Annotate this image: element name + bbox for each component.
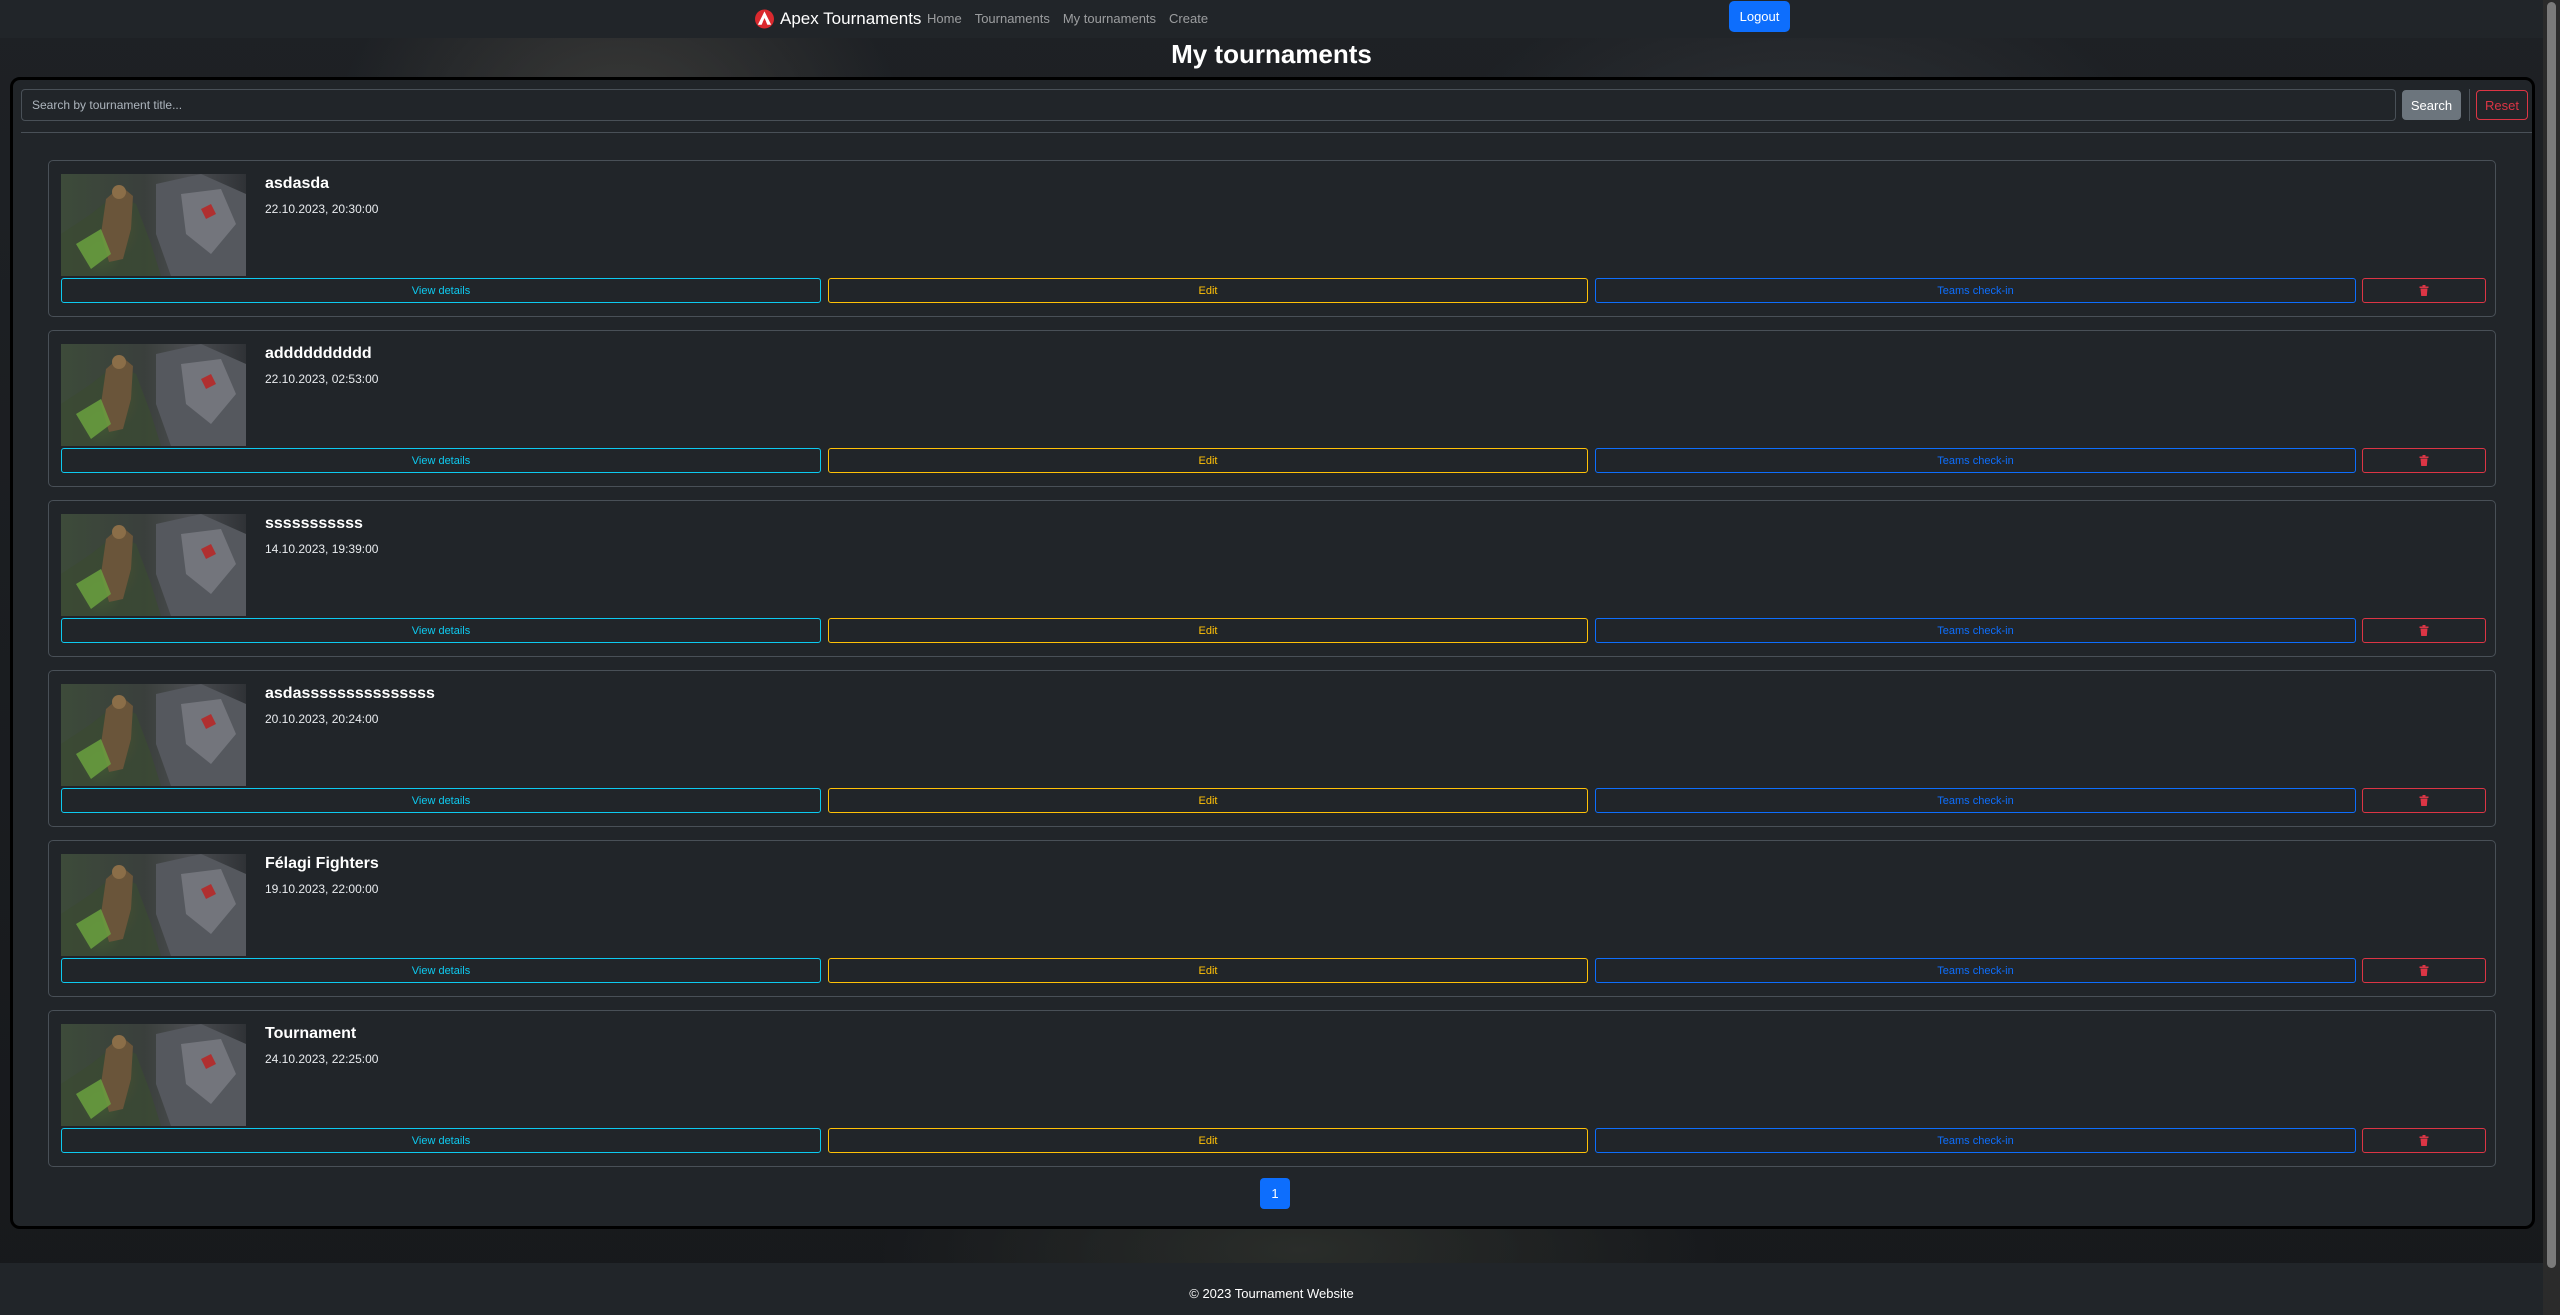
tournament-date: 22.10.2023, 02:53:00 bbox=[265, 372, 379, 386]
delete-button[interactable] bbox=[2362, 958, 2486, 983]
teams-check-in-button[interactable]: Teams check-in bbox=[1595, 278, 2356, 303]
reset-button[interactable]: Reset bbox=[2476, 90, 2528, 120]
tournament-image-icon bbox=[61, 174, 246, 276]
search-bar: Search Reset bbox=[21, 89, 2532, 121]
logout-button[interactable]: Logout bbox=[1729, 1, 1790, 32]
tournament-image-icon bbox=[61, 1024, 246, 1126]
tournament-date: 22.10.2023, 20:30:00 bbox=[265, 202, 379, 216]
tournament-card: sssssssssss 14.10.2023, 19:39:00 View de… bbox=[48, 500, 2496, 657]
tournament-image-icon bbox=[61, 854, 246, 956]
delete-button[interactable] bbox=[2362, 278, 2486, 303]
teams-check-in-button[interactable]: Teams check-in bbox=[1595, 618, 2356, 643]
search-button[interactable]: Search bbox=[2402, 90, 2461, 120]
nav-my-tournaments[interactable]: My tournaments bbox=[1063, 11, 1156, 26]
nav-home[interactable]: Home bbox=[927, 11, 962, 26]
edit-button[interactable]: Edit bbox=[828, 958, 1588, 983]
edit-button[interactable]: Edit bbox=[828, 448, 1588, 473]
teams-check-in-button[interactable]: Teams check-in bbox=[1595, 448, 2356, 473]
tournament-image-icon bbox=[61, 514, 246, 616]
trash-icon bbox=[2419, 965, 2429, 976]
tournament-title: Tournament bbox=[265, 1025, 357, 1042]
apex-logo-icon bbox=[755, 9, 774, 29]
brand[interactable]: Apex Tournaments bbox=[755, 5, 921, 33]
tournament-card: adddddddddd 22.10.2023, 02:53:00 View de… bbox=[48, 330, 2496, 487]
tournament-title: asdasssssssssssssss bbox=[265, 685, 435, 702]
delete-button[interactable] bbox=[2362, 788, 2486, 813]
tournament-image-icon bbox=[61, 684, 246, 786]
scrollbar-thumb[interactable] bbox=[2547, 2, 2556, 1268]
view-details-button[interactable]: View details bbox=[61, 618, 821, 643]
tournament-card: Félagi Fighters 19.10.2023, 22:00:00 Vie… bbox=[48, 840, 2496, 997]
tournament-thumbnail bbox=[61, 854, 246, 956]
trash-icon bbox=[2419, 455, 2429, 466]
trash-icon bbox=[2419, 1135, 2429, 1146]
nav-links: Home Tournaments My tournaments Create bbox=[927, 0, 1208, 36]
scrollbar[interactable] bbox=[2543, 0, 2560, 1315]
tournament-image-icon bbox=[61, 344, 246, 446]
tournament-date: 20.10.2023, 20:24:00 bbox=[265, 712, 379, 726]
tournament-title: asdasda bbox=[265, 175, 330, 192]
tournament-date: 14.10.2023, 19:39:00 bbox=[265, 542, 379, 556]
tournament-card: asdasda 22.10.2023, 20:30:00 View detail… bbox=[48, 160, 2496, 317]
trash-icon bbox=[2419, 285, 2429, 296]
navbar: Apex Tournaments Home Tournaments My tou… bbox=[0, 0, 2543, 38]
teams-check-in-button[interactable]: Teams check-in bbox=[1595, 958, 2356, 983]
edit-button[interactable]: Edit bbox=[828, 618, 1588, 643]
tournament-title: sssssssssss bbox=[265, 515, 363, 532]
tournament-thumbnail bbox=[61, 344, 246, 446]
delete-button[interactable] bbox=[2362, 1128, 2486, 1153]
view-details-button[interactable]: View details bbox=[61, 1128, 821, 1153]
view-details-button[interactable]: View details bbox=[61, 958, 821, 983]
edit-button[interactable]: Edit bbox=[828, 1128, 1588, 1153]
view-details-button[interactable]: View details bbox=[61, 448, 821, 473]
tournament-thumbnail bbox=[61, 1024, 246, 1126]
footer: © 2023 Tournament Website bbox=[0, 1263, 2543, 1315]
edit-button[interactable]: Edit bbox=[828, 278, 1588, 303]
view-details-button[interactable]: View details bbox=[61, 788, 821, 813]
tournaments-panel: Search Reset asdasda 22.10.2023, 20:30:0… bbox=[10, 77, 2535, 1229]
trash-icon bbox=[2419, 795, 2429, 806]
tournament-title: adddddddddd bbox=[265, 345, 372, 362]
edit-button[interactable]: Edit bbox=[828, 788, 1588, 813]
tournament-date: 24.10.2023, 22:25:00 bbox=[265, 1052, 379, 1066]
search-input[interactable] bbox=[21, 89, 2396, 121]
nav-create[interactable]: Create bbox=[1169, 11, 1208, 26]
nav-tournaments[interactable]: Tournaments bbox=[975, 11, 1050, 26]
trash-icon bbox=[2419, 625, 2429, 636]
tournament-title: Félagi Fighters bbox=[265, 855, 379, 872]
teams-check-in-button[interactable]: Teams check-in bbox=[1595, 1128, 2356, 1153]
divider bbox=[21, 132, 2532, 133]
view-details-button[interactable]: View details bbox=[61, 278, 821, 303]
pagination-page-1[interactable]: 1 bbox=[1260, 1178, 1290, 1209]
tournament-thumbnail bbox=[61, 684, 246, 786]
tournament-date: 19.10.2023, 22:00:00 bbox=[265, 882, 379, 896]
divider bbox=[2469, 89, 2470, 121]
footer-text: © 2023 Tournament Website bbox=[1189, 1286, 1354, 1301]
tournament-list: asdasda 22.10.2023, 20:30:00 View detail… bbox=[48, 160, 2496, 1180]
brand-name: Apex Tournaments bbox=[780, 9, 922, 28]
delete-button[interactable] bbox=[2362, 618, 2486, 643]
delete-button[interactable] bbox=[2362, 448, 2486, 473]
page-title: My tournaments bbox=[1171, 39, 1372, 69]
tournament-card: asdasssssssssssssss 20.10.2023, 20:24:00… bbox=[48, 670, 2496, 827]
tournament-thumbnail bbox=[61, 514, 246, 616]
tournament-card: Tournament 24.10.2023, 22:25:00 View det… bbox=[48, 1010, 2496, 1167]
teams-check-in-button[interactable]: Teams check-in bbox=[1595, 788, 2356, 813]
tournament-thumbnail bbox=[61, 174, 246, 276]
